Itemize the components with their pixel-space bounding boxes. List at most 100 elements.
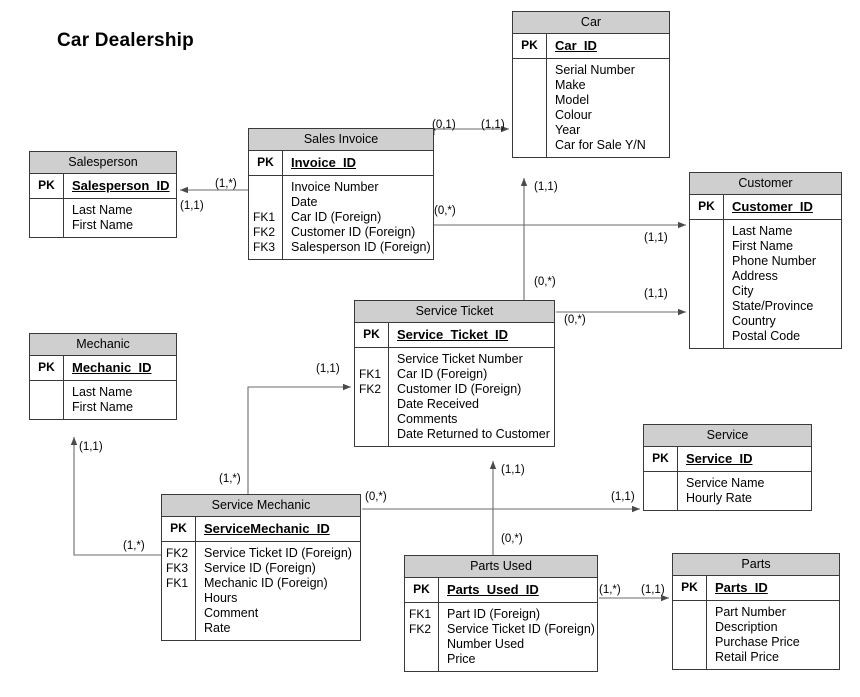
entity-service-pk-row: PK Service_ID [644, 447, 811, 472]
attribute: State/Province [732, 299, 814, 313]
pk-tag: PK [513, 34, 547, 58]
link-svcmech-mechanic [70, 437, 161, 556]
fk-tag: FK1 [166, 576, 189, 590]
fk-tag [513, 78, 546, 93]
attribute-column: Part Number Description Purchase Price R… [707, 601, 839, 669]
attribute: Last Name [72, 203, 133, 217]
attribute: Salesperson ID (Foreign) [291, 240, 431, 254]
attribute: Description [715, 620, 778, 634]
cardinality-ticket-car-many: (0,*) [534, 276, 556, 288]
entity-salesperson[interactable]: Salesperson PK Salesperson_ID Last Name … [29, 151, 177, 238]
entity-customer-attributes: Last Name First Name Phone Number Addres… [690, 220, 841, 348]
fk-tag: FK1 [409, 607, 432, 621]
entity-sales-invoice-pk-row: PK Invoice_ID [249, 151, 433, 176]
pk-name-cell: Invoice_ID [283, 151, 433, 175]
attribute: Address [732, 269, 778, 283]
entity-service-ticket[interactable]: Service Ticket PK Service_Ticket_ID FK1 … [354, 300, 555, 447]
pk-tag: PK [644, 447, 678, 471]
entity-salesperson-attributes: Last Name First Name [30, 199, 176, 237]
fk-tag [673, 605, 706, 620]
fk-tag [166, 606, 195, 621]
attribute: Service Ticket ID (Foreign) [204, 546, 352, 560]
fk-tag: FK2 [253, 225, 276, 239]
fk-tag [166, 621, 195, 636]
fk-tag [513, 63, 546, 78]
attribute: Postal Code [732, 329, 801, 343]
fk-tag [690, 254, 723, 269]
entity-service[interactable]: Service PK Service_ID Service Name Hourl… [643, 424, 812, 511]
attribute: Phone Number [732, 254, 817, 268]
fk-tag: FK2 [166, 546, 189, 560]
attribute-column: Service Ticket Number Car ID (Foreign) C… [389, 348, 554, 446]
pk-tag: PK [249, 151, 283, 175]
entity-service-mechanic-title: Service Mechanic [162, 495, 360, 517]
cardinality-svcmech-service-one: (1,1) [611, 491, 635, 503]
entity-parts[interactable]: Parts PK Parts_ID Part Number Descriptio… [672, 553, 840, 670]
attribute-column: Part ID (Foreign) Service Ticket ID (For… [439, 603, 599, 671]
pk-name: Car_ID [555, 38, 597, 53]
attribute: Number Used [447, 637, 525, 651]
fk-tag-column [30, 199, 64, 237]
fk-tag [30, 218, 63, 233]
attribute: Hourly Rate [686, 491, 752, 505]
entity-parts-pk-row: PK Parts_ID [673, 576, 839, 601]
attribute: Hours [204, 591, 238, 605]
attribute: Purchase Price [715, 635, 800, 649]
attribute: Country [732, 314, 776, 328]
fk-tag [690, 314, 723, 329]
page-title: Car Dealership [57, 30, 194, 51]
entity-service-title: Service [644, 425, 811, 447]
cardinality-invoice-salesperson-many: (1,*) [215, 178, 237, 190]
fk-tag: FK3 [253, 240, 276, 254]
pk-tag: PK [30, 174, 64, 198]
cardinality-partsused-parts-one: (1,1) [641, 584, 665, 596]
attribute: Mechanic ID (Foreign) [204, 576, 328, 590]
entity-sales-invoice-attributes: FK1 FK2 FK3 Invoice Number Date Car ID (… [249, 176, 433, 259]
entity-sales-invoice[interactable]: Sales Invoice PK Invoice_ID FK1 FK2 FK3 … [248, 128, 434, 260]
pk-tag: PK [673, 576, 707, 600]
fk-tag-column [644, 472, 678, 510]
cardinality-svcmech-ticket-many: (1,*) [219, 473, 241, 485]
cardinality-invoice-customer-one: (1,1) [644, 232, 668, 244]
cardinality-partsused-parts-many: (1,*) [599, 584, 621, 596]
attribute: Customer ID (Foreign) [397, 382, 522, 396]
fk-tag [690, 284, 723, 299]
cardinality-svcmech-service-many: (0,*) [365, 491, 387, 503]
cardinality-ticket-customer-one: (1,1) [644, 288, 668, 300]
attribute: Year [555, 123, 581, 137]
fk-tag [253, 180, 282, 195]
fk-tag-column [513, 59, 547, 157]
attribute: Service ID (Foreign) [204, 561, 316, 575]
attribute-column: Service Name Hourly Rate [678, 472, 811, 510]
attribute-column: Service Ticket ID (Foreign) Service ID (… [196, 542, 360, 640]
attribute: Service Name [686, 476, 765, 490]
attribute: Part Number [715, 605, 786, 619]
attribute: Service Ticket ID (Foreign) [447, 622, 595, 636]
attribute-column: Invoice Number Date Car ID (Foreign) Cus… [283, 176, 435, 259]
entity-parts-used[interactable]: Parts Used PK Parts_Used_ID FK1 FK2 Part… [404, 555, 598, 672]
fk-tag-column [690, 220, 724, 348]
attribute: Date Received [397, 397, 479, 411]
entity-car[interactable]: Car PK Car_ID Serial Number Make Model C… [512, 11, 670, 158]
entity-mechanic[interactable]: Mechanic PK Mechanic_ID Last Name First … [29, 333, 177, 420]
pk-name: Invoice_ID [291, 155, 357, 170]
fk-tag [690, 269, 723, 284]
entity-salesperson-pk-row: PK Salesperson_ID [30, 174, 176, 199]
attribute: Serial Number [555, 63, 635, 77]
entity-service-ticket-pk-row: PK Service_Ticket_ID [355, 323, 554, 348]
pk-name-cell: Parts_Used_ID [439, 578, 597, 602]
entity-service-mechanic[interactable]: Service Mechanic PK ServiceMechanic_ID F… [161, 494, 361, 641]
attribute: Rate [204, 621, 231, 635]
pk-name: Mechanic_ID [72, 360, 152, 375]
entity-mechanic-title: Mechanic [30, 334, 176, 356]
entity-parts-used-pk-row: PK Parts_Used_ID [405, 578, 597, 603]
entity-car-attributes: Serial Number Make Model Colour Year Car… [513, 59, 669, 157]
pk-name-cell: ServiceMechanic_ID [196, 517, 360, 541]
attribute-column: Last Name First Name [64, 199, 176, 237]
entity-customer[interactable]: Customer PK Customer_ID Last Name First … [689, 172, 842, 349]
entity-salesperson-title: Salesperson [30, 152, 176, 174]
fk-tag [673, 635, 706, 650]
entity-parts-title: Parts [673, 554, 839, 576]
attribute: Retail Price [715, 650, 779, 664]
fk-tag-column [673, 601, 707, 669]
